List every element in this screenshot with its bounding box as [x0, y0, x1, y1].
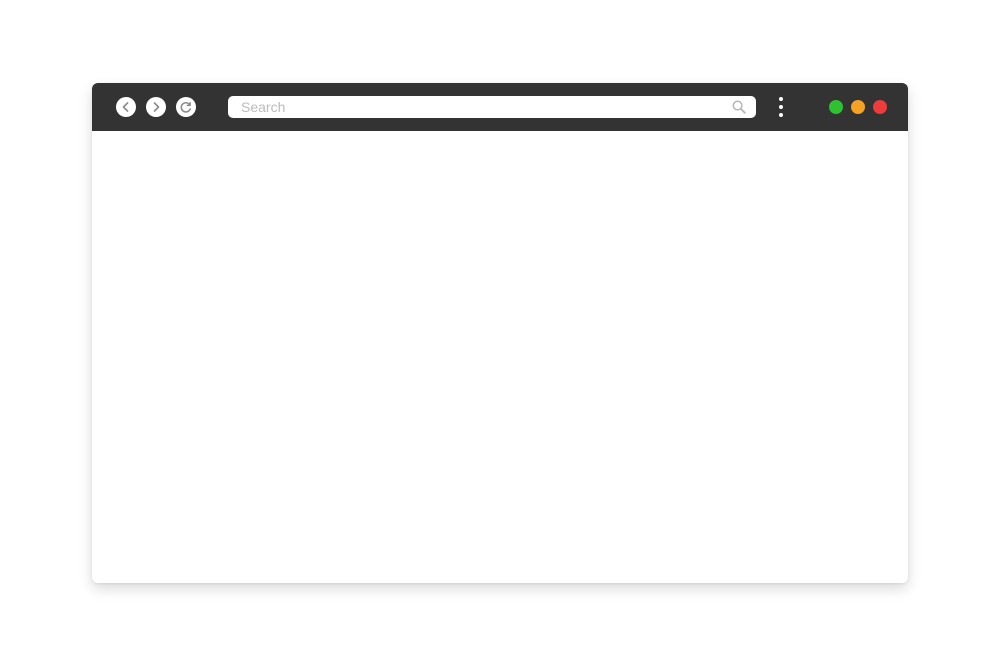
- browser-window: [92, 83, 908, 583]
- window-control-orange[interactable]: [851, 100, 865, 114]
- page-content-area: [92, 131, 908, 583]
- window-control-green[interactable]: [829, 100, 843, 114]
- chevron-right-icon: [153, 102, 160, 112]
- back-button[interactable]: [116, 97, 136, 117]
- address-bar: [228, 96, 756, 118]
- menu-dot: [779, 105, 783, 109]
- menu-dot: [779, 113, 783, 117]
- reload-icon: [180, 101, 191, 113]
- window-control-red[interactable]: [873, 100, 887, 114]
- search-input[interactable]: [228, 96, 718, 118]
- chevron-left-icon: [122, 102, 129, 112]
- browser-toolbar: [92, 83, 908, 131]
- menu-dot: [779, 97, 783, 101]
- reload-button[interactable]: [176, 97, 196, 117]
- forward-button[interactable]: [146, 97, 166, 117]
- menu-button[interactable]: [776, 95, 786, 119]
- search-icon[interactable]: [732, 100, 746, 114]
